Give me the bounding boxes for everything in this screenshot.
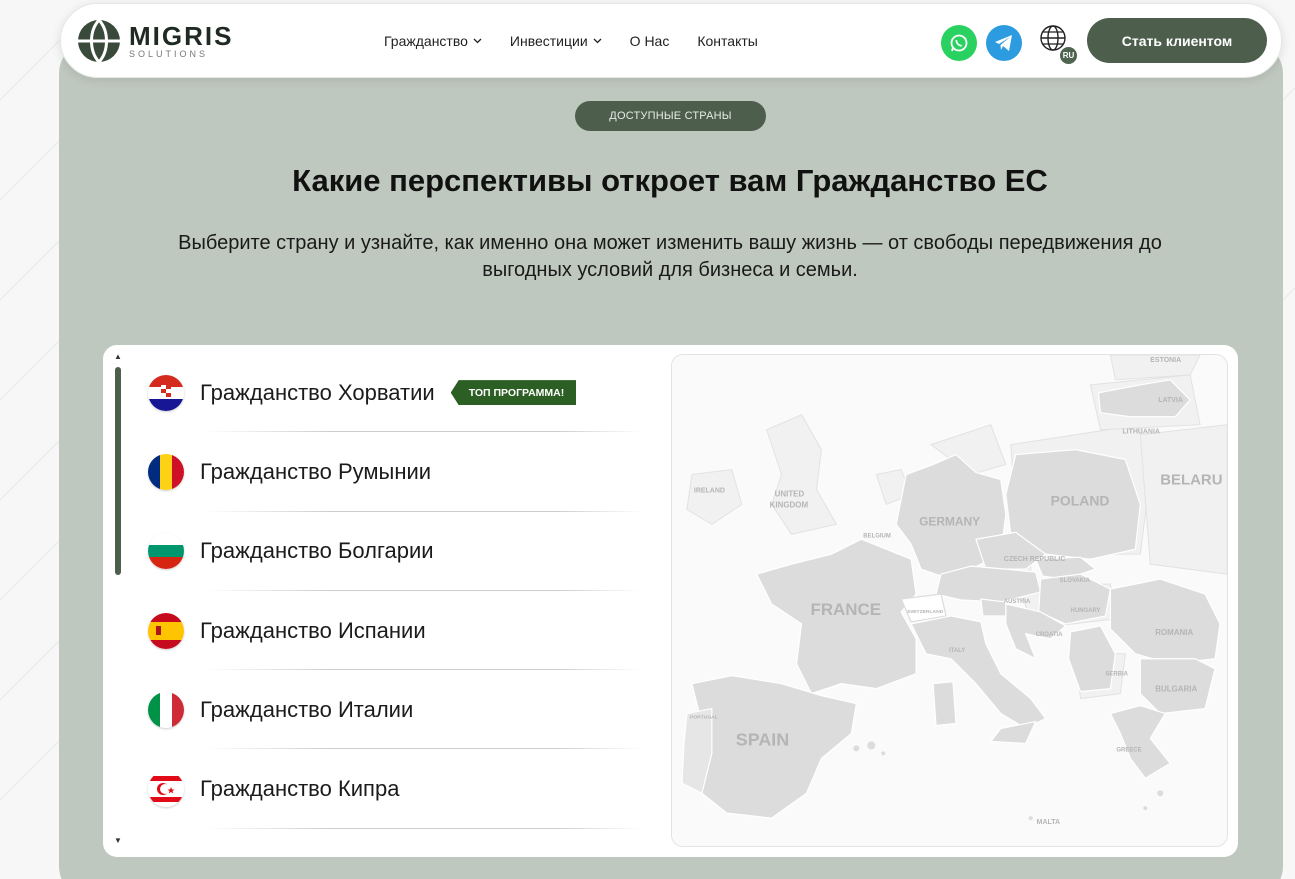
chevron-down-icon — [473, 38, 482, 44]
country-item-cyprus[interactable]: Гражданство Кипра — [148, 749, 643, 830]
globe-logo-icon — [78, 19, 120, 63]
top-program-badge: ТОП ПРОГРАММА! — [450, 380, 577, 406]
whatsapp-icon — [950, 34, 968, 52]
cyprus-flag-icon — [148, 771, 184, 808]
map-label-germany: GERMANY — [919, 514, 980, 528]
map-label-romania: ROMANIA — [1155, 628, 1193, 637]
nav-investments-label: Инвестиции — [509, 33, 588, 49]
country-item-croatia[interactable]: Гражданство Хорватии ТОП ПРОГРАММА! — [148, 353, 643, 433]
map-label-poland: POLAND — [1051, 492, 1110, 508]
map-label-france: FRANCE — [811, 600, 882, 619]
scroll-up-arrow-icon[interactable]: ▲ — [114, 353, 122, 361]
map-label-austria: AUSTRIA — [1004, 599, 1031, 605]
map-label-italy: ITALY — [949, 648, 965, 654]
scroll-down-arrow-icon[interactable]: ▼ — [114, 837, 122, 845]
country-label: Гражданство Хорватии — [200, 379, 435, 405]
subtitle-line-2: выгодных условий для бизнеса и семьи. — [482, 259, 858, 281]
map-label-latvia: LATVIA — [1158, 397, 1183, 404]
country-label: Гражданство Испании — [200, 617, 426, 643]
map-label-slovakia: SLOVAKIA — [1060, 578, 1091, 584]
country-item-spain[interactable]: Гражданство Испании — [148, 591, 643, 671]
chevron-down-icon — [593, 38, 602, 44]
whatsapp-button[interactable] — [941, 25, 977, 61]
map-label-czech: CZECH REPUBLIC — [1004, 556, 1066, 563]
country-label: Гражданство Кипра — [200, 776, 400, 802]
map-label-malta: MALTA — [1037, 819, 1060, 826]
nav-about-label: О Нас — [629, 33, 670, 49]
country-item-bulgaria[interactable]: Гражданство Болгарии — [148, 512, 643, 592]
telegram-button[interactable] — [986, 25, 1022, 61]
language-code: RU — [1059, 46, 1078, 65]
scrollbar-thumb[interactable] — [115, 367, 121, 575]
become-client-button[interactable]: Стать клиентом — [1087, 18, 1267, 63]
map-label-uk-line-1: UNITED — [775, 489, 805, 498]
map-label-estonia: ESTONIA — [1150, 357, 1181, 364]
telegram-icon — [995, 35, 1012, 51]
map-label-portugal: PORTUGAL — [690, 715, 718, 721]
map-label-hungary: HUNGARY — [1071, 608, 1101, 614]
map-label-switzerland: SWITZERLAND — [907, 609, 944, 615]
country-item-italy[interactable]: Гражданство Италии — [148, 670, 643, 750]
nav-citizenship[interactable]: Гражданство — [384, 33, 482, 49]
italy-flag-icon — [148, 691, 184, 728]
spain-flag-icon — [148, 612, 184, 649]
map-label-belarus: BELARU — [1160, 471, 1222, 488]
country-label: Гражданство Болгарии — [200, 538, 434, 564]
map-label-uk-line-2: KINGDOM — [770, 500, 809, 509]
nav-about[interactable]: О Нас — [630, 33, 670, 49]
europe-map[interactable]: ESTONIA LATVIA LITHUANIA BELARU IRELAND … — [671, 354, 1228, 847]
map-label-belgium: BELGIUM — [863, 533, 891, 539]
logo-subtitle: SOLUTIONS — [129, 49, 209, 59]
country-label: Гражданство Румынии — [200, 458, 432, 484]
map-label-bulgaria: BULGARIA — [1155, 685, 1197, 694]
country-label: Гражданство Италии — [200, 696, 414, 722]
subtitle-line-1: Выберите страну и узнайте, как именно он… — [178, 232, 1162, 254]
section-tag: ДОСТУПНЫЕ СТРАНЫ — [575, 101, 766, 131]
map-label-croatia: CROATIA — [1036, 632, 1063, 638]
section-title: Какие перспективы откроет вам Гражданств… — [292, 163, 1048, 198]
romania-flag-icon — [148, 453, 184, 490]
main-nav: Гражданство Инвестиции О Нас Контакты — [384, 33, 758, 49]
site-header: MIGRIS SOLUTIONS Гражданство Инвестиции … — [60, 3, 1282, 78]
nav-investments[interactable]: Инвестиции — [510, 33, 602, 49]
map-label-spain: SPAIN — [736, 729, 789, 749]
nav-citizenship-label: Гражданство — [384, 33, 468, 49]
croatia-flag-icon — [148, 374, 184, 411]
countries-card: ▲ ▼ Гражданство Хорватии ТОП ПРОГРАММА! … — [103, 345, 1238, 857]
language-switcher[interactable]: RU — [1039, 24, 1078, 65]
nav-contacts-label: Контакты — [697, 33, 758, 49]
map-label-lithuania: LITHUANIA — [1122, 429, 1160, 436]
section-subtitle: Выберите страну и узнайте, как именно он… — [90, 230, 1250, 284]
map-label-serbia: SERBIA — [1105, 672, 1128, 678]
map-label-greece: GREECE — [1116, 747, 1141, 753]
country-item-romania[interactable]: Гражданство Румынии — [148, 432, 643, 512]
map-label-ireland: IRELAND — [694, 487, 725, 494]
country-list: Гражданство Хорватии ТОП ПРОГРАММА! Граж… — [148, 353, 643, 830]
logo[interactable]: MIGRIS SOLUTIONS — [77, 19, 233, 63]
logo-name: MIGRIS — [129, 21, 234, 51]
nav-contacts[interactable]: Контакты — [697, 33, 757, 49]
bulgaria-flag-icon — [148, 533, 184, 570]
